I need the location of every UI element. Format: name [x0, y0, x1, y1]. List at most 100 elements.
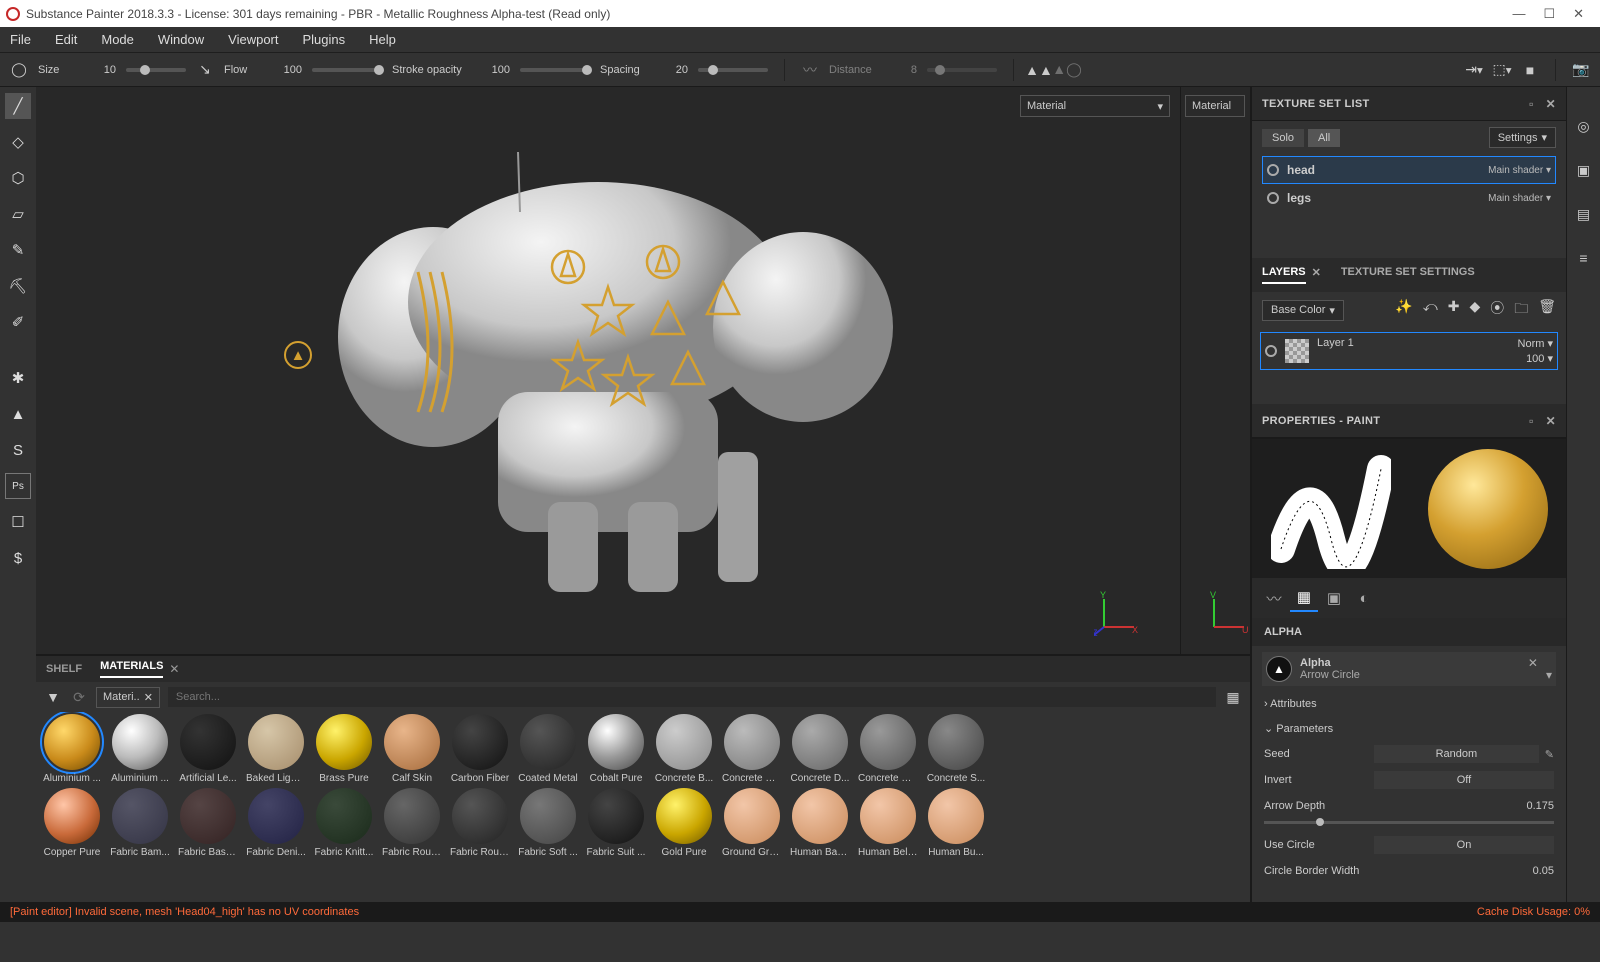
- material-item[interactable]: Aluminium ...: [110, 714, 170, 784]
- material-item[interactable]: Concrete D...: [790, 714, 850, 784]
- prop-tab-stencil[interactable]: ▣: [1320, 584, 1348, 612]
- doc-tool[interactable]: ☐: [5, 509, 31, 535]
- material-item[interactable]: Concrete S...: [926, 714, 986, 784]
- material-item[interactable]: Human Bac...: [790, 788, 850, 858]
- material-item[interactable]: Concrete Cl...: [722, 714, 782, 784]
- close-icon[interactable]: ✕: [1546, 97, 1556, 111]
- menu-help[interactable]: Help: [369, 32, 396, 47]
- perspective-icon[interactable]: ⬚▾: [1493, 61, 1511, 79]
- texture-set-row-legs[interactable]: legs Main shader ▾: [1262, 184, 1556, 212]
- material-item[interactable]: Coated Metal: [518, 714, 578, 784]
- solo-button[interactable]: Solo: [1262, 129, 1304, 147]
- spacing-slider[interactable]: [698, 68, 768, 72]
- grid-view-icon[interactable]: ▦: [1224, 688, 1242, 706]
- flow-value[interactable]: 100: [274, 64, 302, 76]
- viewport-2d[interactable]: Material VU: [1180, 87, 1250, 654]
- material-item[interactable]: Concrete Si...: [858, 714, 918, 784]
- material-item[interactable]: Cobalt Pure: [586, 714, 646, 784]
- lazy-mouse-icon[interactable]: 〰: [801, 61, 819, 79]
- menu-viewport[interactable]: Viewport: [228, 32, 278, 47]
- opacity-slider[interactable]: [520, 68, 590, 72]
- shelf-tab-materials[interactable]: MATERIALS: [100, 660, 163, 678]
- fx-icon[interactable]: ✨: [1395, 298, 1412, 322]
- material-item[interactable]: Fabric Suit ...: [586, 788, 646, 858]
- layer-visibility-icon[interactable]: [1265, 345, 1277, 357]
- material-item[interactable]: Copper Pure: [42, 788, 102, 858]
- render-icon[interactable]: 📷: [1572, 61, 1590, 79]
- shelf-filter-chip[interactable]: Materi..✕: [96, 687, 160, 708]
- param-arrow-depth[interactable]: Arrow Depth0.175: [1252, 793, 1566, 819]
- material-item[interactable]: Aluminium ...: [42, 714, 102, 784]
- texture-set-row-head[interactable]: head Main shader ▾: [1262, 156, 1556, 184]
- filter-icon[interactable]: ▼: [44, 688, 62, 706]
- refresh-icon[interactable]: ⟳: [70, 688, 88, 706]
- shelf-tab-close[interactable]: ✕: [169, 662, 179, 676]
- material-item[interactable]: Calf Skin: [382, 714, 442, 784]
- channel-dropdown[interactable]: Base Color ▾: [1262, 300, 1344, 321]
- prop-tab-material[interactable]: ◐: [1350, 584, 1378, 612]
- menu-edit[interactable]: Edit: [55, 32, 77, 47]
- layer-row[interactable]: Layer 1Norm ▾ 100 ▾: [1260, 332, 1558, 370]
- material-item[interactable]: Baked Light...: [246, 714, 306, 784]
- size-value[interactable]: 10: [88, 64, 116, 76]
- material-item[interactable]: Gold Pure: [654, 788, 714, 858]
- material-item[interactable]: Artificial Le...: [178, 714, 238, 784]
- param-border-width[interactable]: Circle Border Width0.05: [1252, 858, 1566, 884]
- smudge-tool[interactable]: ✎: [5, 237, 31, 263]
- layers-tab-close[interactable]: ✕: [1312, 266, 1321, 284]
- alpha-selector[interactable]: ▲ Alpha Arrow Circle ✕ ▾: [1262, 652, 1556, 686]
- photoshop-icon[interactable]: Ps: [5, 473, 31, 499]
- shelf-search-input[interactable]: [168, 687, 1216, 707]
- add-layer-icon[interactable]: ✚: [1448, 298, 1460, 322]
- alpha-dd-icon[interactable]: ▾: [1546, 668, 1552, 682]
- material-item[interactable]: Fabric Bam...: [110, 788, 170, 858]
- tab-layers[interactable]: LAYERS: [1262, 266, 1306, 284]
- alpha-clear-icon[interactable]: ✕: [1528, 656, 1538, 670]
- material-item[interactable]: Fabric Rough: [382, 788, 442, 858]
- symmetry-settings-icon[interactable]: ▲◯: [1058, 61, 1076, 79]
- sync-tool[interactable]: S: [5, 437, 31, 463]
- param-seed[interactable]: SeedRandom✎: [1252, 741, 1566, 767]
- rail-shader-icon[interactable]: ▤: [1575, 205, 1593, 223]
- bake-tool[interactable]: ✱: [5, 365, 31, 391]
- projection-tool[interactable]: ⬡: [5, 165, 31, 191]
- parameters-toggle[interactable]: ⌄ Parameters: [1252, 716, 1566, 741]
- menu-mode[interactable]: Mode: [101, 32, 134, 47]
- close-button[interactable]: ✕: [1573, 6, 1584, 22]
- material-item[interactable]: Fabric Deni...: [246, 788, 306, 858]
- attributes-toggle[interactable]: › Attributes: [1252, 692, 1566, 716]
- eraser-tool[interactable]: ◇: [5, 129, 31, 155]
- menu-window[interactable]: Window: [158, 32, 204, 47]
- opacity-value[interactable]: 100: [482, 64, 510, 76]
- iray-tool[interactable]: ▲: [5, 401, 31, 427]
- rail-display-icon[interactable]: ▣: [1575, 161, 1593, 179]
- viewport-mode-dropdown[interactable]: Material▾: [1020, 95, 1170, 117]
- material-item[interactable]: Ground Gra...: [722, 788, 782, 858]
- flow-slider[interactable]: [312, 68, 382, 72]
- prop-tab-alpha[interactable]: ▦: [1290, 584, 1318, 612]
- dollar-tool[interactable]: $: [5, 545, 31, 571]
- symmetry-icon[interactable]: ▲▲: [1030, 61, 1048, 79]
- close-icon[interactable]: ✕: [1546, 414, 1556, 428]
- material-item[interactable]: Fabric Knitt...: [314, 788, 374, 858]
- flow-icon[interactable]: ↘: [196, 61, 214, 79]
- distance-slider[interactable]: [927, 68, 997, 72]
- material-item[interactable]: Concrete B...: [654, 714, 714, 784]
- material-item[interactable]: Fabric Soft ...: [518, 788, 578, 858]
- minimize-button[interactable]: —: [1512, 6, 1525, 22]
- prop-tab-brush[interactable]: 〰: [1260, 584, 1288, 612]
- spacing-value[interactable]: 20: [660, 64, 688, 76]
- viewport-2d-dropdown[interactable]: Material: [1185, 95, 1245, 117]
- material-item[interactable]: Human Bell...: [858, 788, 918, 858]
- polyfill-tool[interactable]: ▱: [5, 201, 31, 227]
- align-icon[interactable]: ⇥▾: [1465, 61, 1483, 79]
- material-item[interactable]: Carbon Fiber: [450, 714, 510, 784]
- menu-file[interactable]: File: [10, 32, 31, 47]
- rail-log-icon[interactable]: ≡: [1575, 249, 1593, 267]
- visibility-icon[interactable]: [1267, 164, 1279, 176]
- paint-tool[interactable]: ╱: [5, 93, 31, 119]
- material-item[interactable]: Human Bu...: [926, 788, 986, 858]
- arrow-depth-slider[interactable]: [1264, 821, 1554, 824]
- undock-icon[interactable]: ▫: [1529, 414, 1534, 428]
- undock-icon[interactable]: ▫: [1529, 97, 1534, 111]
